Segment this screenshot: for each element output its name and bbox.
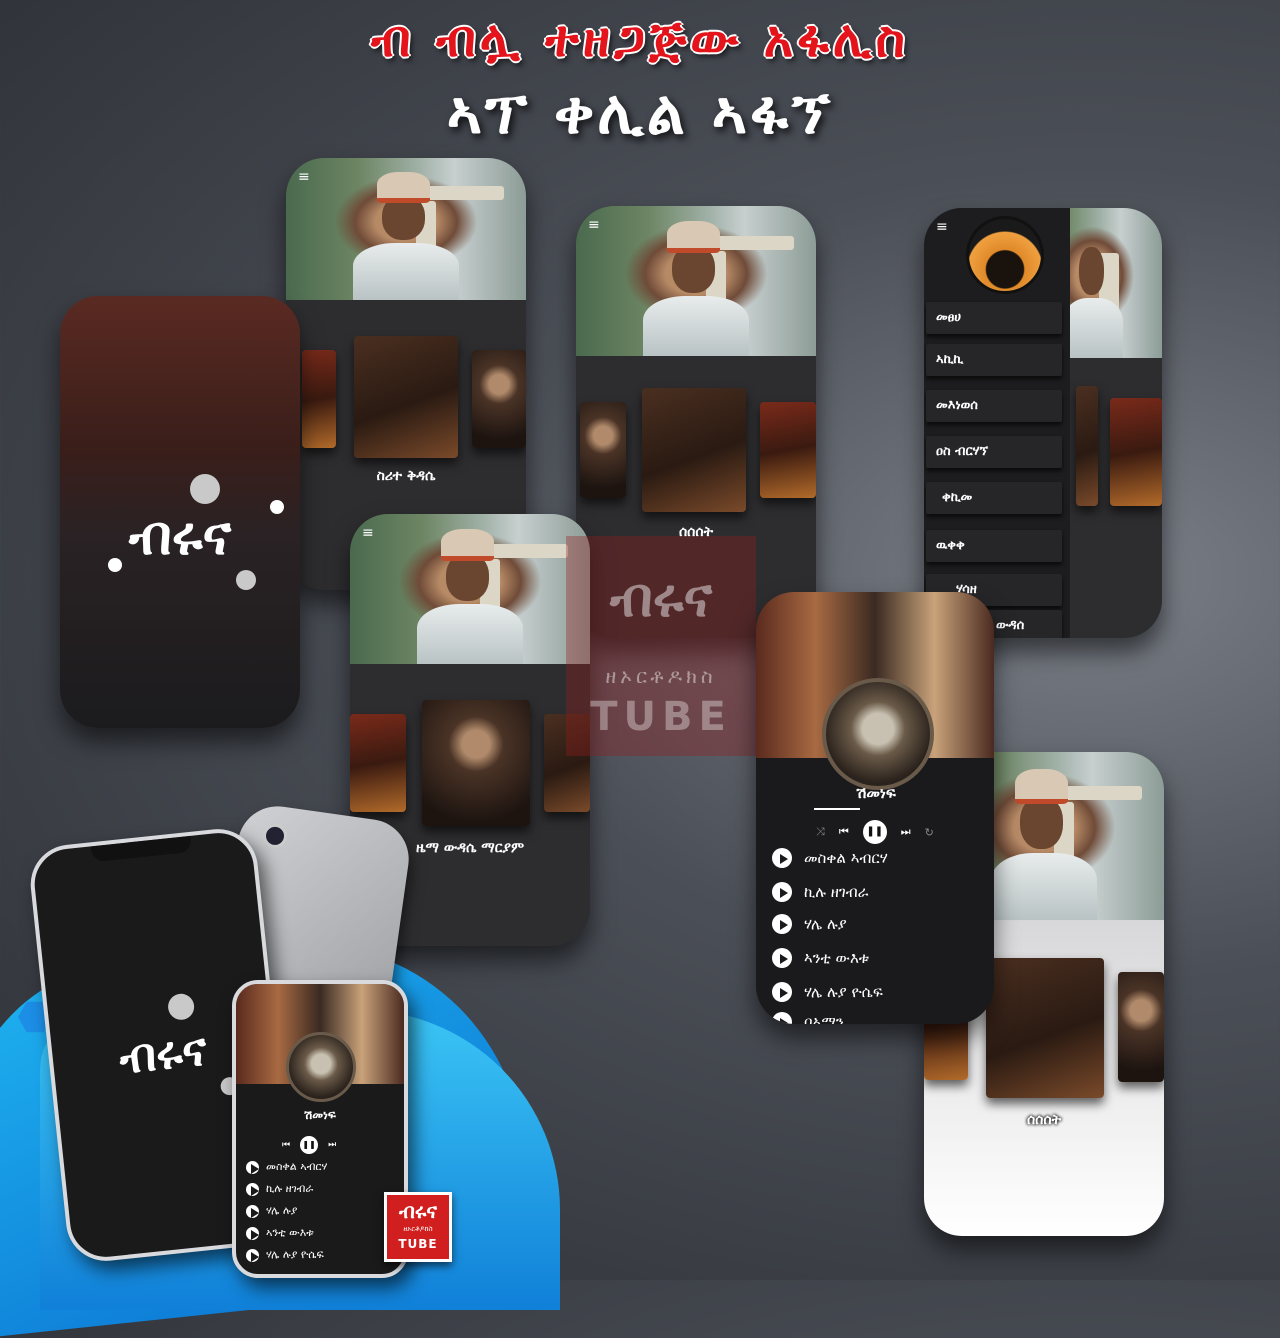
thumbnail-center[interactable] bbox=[642, 388, 746, 512]
logo-subtitle: ዘኦርቶዶክስ bbox=[403, 1225, 433, 1233]
drawer-item[interactable]: ዉቀቀ bbox=[926, 530, 1062, 562]
track-title: ሽመነፍ bbox=[304, 1108, 336, 1122]
song-title: መስቀል ኣብርሃ bbox=[266, 1160, 328, 1173]
pause-button[interactable]: ❚❚ bbox=[862, 820, 887, 844]
play-icon[interactable] bbox=[772, 848, 792, 868]
pause-button[interactable]: ❚❚ bbox=[300, 1136, 319, 1154]
brand-logo: ብሩና ዘኦርቶዶክስ TUBE bbox=[384, 1192, 452, 1262]
decorative-dot bbox=[166, 992, 196, 1022]
song-title: ኣንቲ ውእቱ bbox=[266, 1226, 314, 1239]
play-icon[interactable] bbox=[772, 948, 792, 968]
track-title: ሽመነፍ bbox=[856, 784, 896, 802]
drawer-item[interactable]: መእነወሰ bbox=[926, 390, 1062, 422]
song-item[interactable]: ኪሉ ዘገብራ bbox=[246, 1182, 314, 1197]
watermark-subtitle: ዘኦርቶዶክስ bbox=[605, 664, 717, 688]
drawer-item[interactable]: ቀኪመ bbox=[926, 482, 1062, 514]
song-item[interactable]: ኪሉ ዘገብራ bbox=[772, 882, 868, 902]
thumbnail-right[interactable] bbox=[760, 402, 816, 498]
navigation-drawer: ≡ መፀሀ ኣኪኪ መእነወሰ ዐስ ብርሃኘ ቀኪመ ዉቀቀ ሃሳዘ ውዳሰ bbox=[924, 208, 1070, 638]
phone-notch bbox=[90, 835, 192, 863]
decorative-dot bbox=[270, 500, 284, 514]
menu-icon[interactable]: ≡ bbox=[362, 526, 374, 540]
repeat-icon[interactable]: ↻ bbox=[925, 826, 934, 839]
banner-line-2: ኣፕ ቀሊል ኣፋኘ bbox=[446, 78, 834, 148]
menu-icon[interactable]: ≡ bbox=[936, 220, 948, 234]
play-icon[interactable] bbox=[246, 1204, 259, 1219]
avatar bbox=[966, 216, 1044, 294]
category-caption: ሰሰሰት bbox=[1026, 1112, 1062, 1128]
play-icon[interactable] bbox=[246, 1182, 259, 1197]
category-caption: ስሪተ ቅዳሴ bbox=[376, 468, 436, 484]
play-icon[interactable] bbox=[772, 982, 792, 1002]
decorative-dot bbox=[190, 474, 220, 504]
watermark-word: TUBE bbox=[590, 694, 732, 740]
play-icon[interactable] bbox=[246, 1160, 259, 1175]
song-title: ሃሌ ሉያ bbox=[804, 915, 847, 933]
song-title: ኣንቲ ውእቱ bbox=[804, 949, 869, 967]
app-wordmark: ብሩና bbox=[128, 504, 232, 567]
song-title: መስቀል ኣብርሃ bbox=[804, 849, 888, 867]
previous-icon[interactable]: ⏮ bbox=[839, 825, 849, 839]
song-item[interactable]: ኣንቲ ውእቱ bbox=[246, 1226, 314, 1241]
song-title: በኣማን bbox=[804, 1013, 844, 1024]
progress-bar[interactable] bbox=[814, 808, 860, 810]
watermark: ብሩና ዘኦርቶዶክስ TUBE bbox=[566, 536, 756, 756]
song-item[interactable]: ሃሌ ሉያ bbox=[772, 914, 847, 934]
player-screen: ሽመነፍ ⤨ ⏮ ❚❚ ⏭ ↻ መስቀል ኣብርሃ ኪሉ ዘገብራ ሃሌ ሉያ … bbox=[756, 592, 994, 1024]
hero-image bbox=[286, 158, 526, 300]
decorative-dot bbox=[236, 570, 256, 590]
song-title: ኪሉ ዘገብራ bbox=[804, 883, 869, 901]
thumbnail-left[interactable] bbox=[350, 714, 406, 812]
play-icon[interactable] bbox=[246, 1226, 259, 1241]
drawer-item[interactable]: መፀሀ bbox=[926, 302, 1062, 334]
song-item[interactable]: በኣማን bbox=[772, 1012, 844, 1024]
logo-word: TUBE bbox=[398, 1237, 438, 1251]
thumbnail-peek bbox=[1076, 386, 1098, 506]
hero-image bbox=[350, 514, 590, 664]
menu-icon[interactable]: ≡ bbox=[298, 170, 310, 184]
song-title: ሃሌ ሉያ ዮሴፍ bbox=[804, 983, 883, 1001]
playback-controls: ⏮ ❚❚ ⏭ bbox=[282, 1136, 336, 1154]
thumbnail-right[interactable] bbox=[1118, 972, 1164, 1082]
next-icon[interactable]: ⏭ bbox=[328, 1140, 336, 1150]
camera-icon bbox=[261, 822, 289, 850]
thumbnail-left[interactable] bbox=[302, 350, 336, 448]
thumbnail-center[interactable] bbox=[422, 700, 530, 826]
song-item[interactable]: ሃሌ ሉያ ዮሴፍ bbox=[246, 1248, 324, 1263]
thumbnail-right[interactable] bbox=[472, 350, 526, 448]
play-icon[interactable] bbox=[246, 1248, 259, 1263]
song-item[interactable]: መስቀል ኣብርሃ bbox=[246, 1160, 328, 1175]
drawer-screen: ≡ መፀሀ ኣኪኪ መእነወሰ ዐስ ብርሃኘ ቀኪመ ዉቀቀ ሃሳዘ ውዳሰ bbox=[924, 208, 1162, 638]
banner-line-1: ብ ብሏ ተዘጋጅው አፋሊስ bbox=[370, 10, 910, 68]
song-title: ሃሌ ሉያ bbox=[266, 1204, 298, 1217]
next-icon[interactable]: ⏭ bbox=[901, 825, 911, 839]
play-icon[interactable] bbox=[772, 1012, 792, 1024]
thumbnail-left[interactable] bbox=[580, 402, 626, 498]
playback-controls: ⤨ ⏮ ❚❚ ⏭ ↻ bbox=[816, 820, 934, 844]
splash-screen: ብሩና bbox=[60, 296, 300, 728]
album-art bbox=[286, 1032, 356, 1102]
hero-image bbox=[576, 206, 816, 356]
song-item[interactable]: ሃሌ ሉያ ዮሴፍ bbox=[772, 982, 883, 1002]
thumbnail-center[interactable] bbox=[986, 958, 1104, 1098]
song-item[interactable]: ኣንቲ ውእቱ bbox=[772, 948, 869, 968]
watermark-mark: ብሩና bbox=[609, 566, 713, 629]
shuffle-icon[interactable]: ⤨ bbox=[816, 825, 825, 839]
album-art bbox=[822, 678, 934, 790]
logo-mark: ብሩና bbox=[399, 1199, 437, 1223]
song-item[interactable]: ሃሌ ሉያ bbox=[246, 1204, 298, 1219]
phone-mockup-player: ሽመነፍ ⏮ ❚❚ ⏭ መስቀል ኣብርሃ ኪሉ ዘገብራ ሃሌ ሉያ ኣንቲ … bbox=[232, 980, 408, 1278]
play-icon[interactable] bbox=[772, 882, 792, 902]
previous-icon[interactable]: ⏮ bbox=[282, 1140, 290, 1150]
decorative-dot bbox=[108, 558, 122, 572]
play-icon[interactable] bbox=[772, 914, 792, 934]
song-title: ኪሉ ዘገብራ bbox=[266, 1182, 314, 1195]
drawer-item[interactable]: ዐስ ብርሃኘ bbox=[926, 436, 1062, 468]
thumbnail-center[interactable] bbox=[354, 336, 458, 458]
song-title: ሃሌ ሉያ ዮሴፍ bbox=[266, 1248, 324, 1261]
song-item[interactable]: መስቀል ኣብርሃ bbox=[772, 848, 888, 868]
menu-icon[interactable]: ≡ bbox=[588, 218, 600, 232]
thumbnail-peek bbox=[1110, 398, 1162, 506]
drawer-item[interactable]: ኣኪኪ bbox=[926, 344, 1062, 376]
